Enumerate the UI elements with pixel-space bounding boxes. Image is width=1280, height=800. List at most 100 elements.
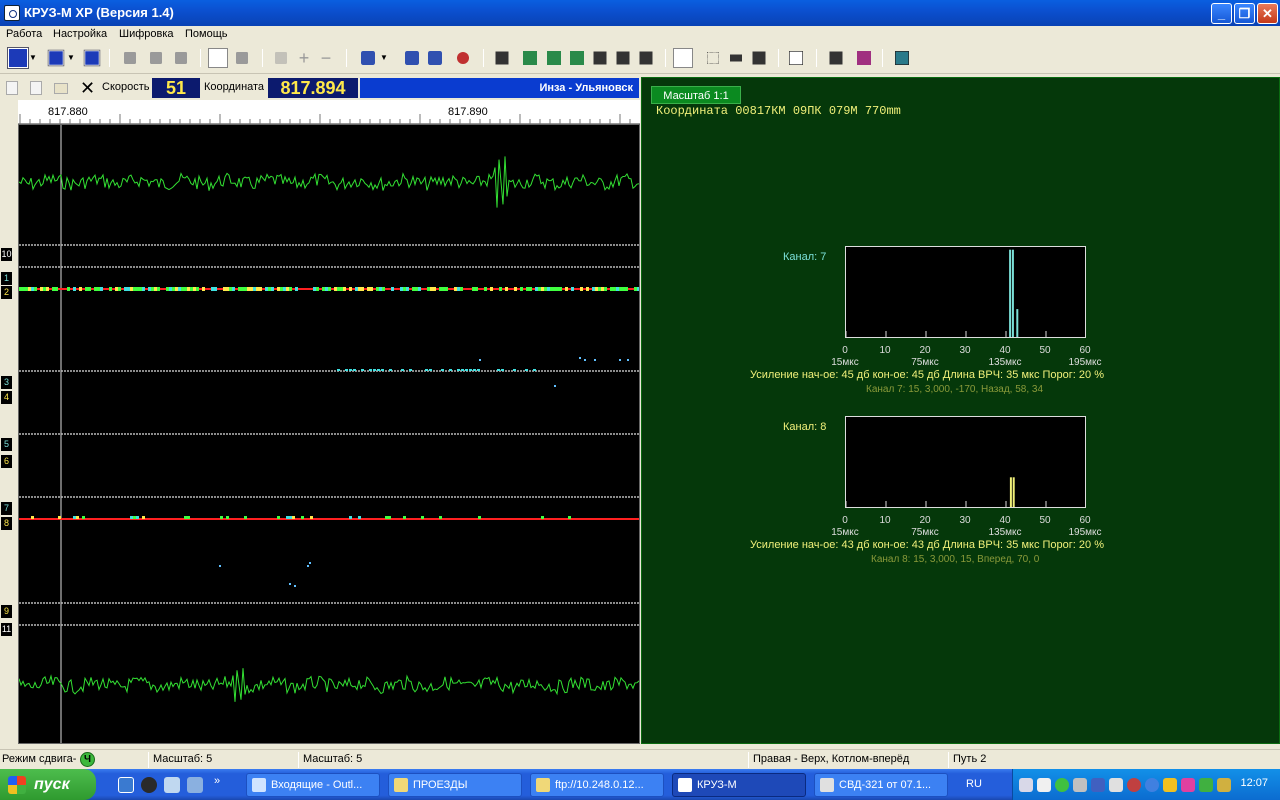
waveform-trace [19,668,639,702]
mode-badge[interactable]: Ч [80,752,95,767]
rect-select-icon[interactable] [707,52,719,64]
tray-network-icon[interactable] [1019,778,1033,792]
toolbar: ▼ ▼ + − ▼ [0,44,1280,74]
pen-icon[interactable] [361,51,375,65]
view-2-icon[interactable] [47,49,65,67]
start-label: пуск [34,776,70,793]
signal-dot [586,287,589,291]
task-outlook[interactable]: Входящие - Outl... [246,773,380,797]
maximize-button[interactable]: ❐ [1234,3,1255,24]
toolbar-separator [665,49,666,67]
bscan-canvas[interactable] [19,125,639,743]
channel-label[interactable]: 3 [1,376,12,389]
marker-icon[interactable] [405,51,419,65]
new-file-icon[interactable] [6,81,18,95]
tray-speaker-icon[interactable] [1109,778,1123,792]
print-icon[interactable] [829,51,843,65]
tray-grid-icon[interactable] [1073,778,1087,792]
minimize-button[interactable]: _ [1211,3,1232,24]
tray-flag-icon[interactable] [1199,778,1213,792]
list-icon[interactable] [639,51,653,65]
chevron-down-icon[interactable]: ▼ [380,48,388,68]
export-icon[interactable] [752,51,766,65]
preview-icon[interactable] [789,51,803,65]
app-icon[interactable] [4,5,20,21]
marker-edit-icon[interactable] [428,51,442,65]
channel-label[interactable]: 1 [1,272,12,285]
wave-icon[interactable] [236,52,248,64]
view-1-icon[interactable] [7,47,29,69]
tray-warning-icon[interactable] [1163,778,1177,792]
menu-rabota[interactable]: Работа [6,28,42,40]
quicklaunch-more-icon[interactable]: » [214,775,220,787]
desktop-icon[interactable] [187,777,203,793]
image-icon[interactable] [895,51,909,65]
task-svd[interactable]: СВД-321 от 07.1... [814,773,948,797]
tray-monitor-icon[interactable] [1091,778,1105,792]
channel-label[interactable]: 6 [1,455,12,468]
tray-globe-icon[interactable] [1145,778,1159,792]
plus-icon[interactable]: + [294,48,314,68]
axis-time-label: 195мкс [1068,357,1102,368]
checklist-icon[interactable] [616,51,630,65]
channel-label[interactable]: 8 [1,517,12,530]
task-kruz[interactable]: КРУЗ-М [672,773,806,797]
channel-label[interactable]: 2 [1,286,12,299]
sort-numeric-icon[interactable] [175,52,187,64]
tray-cross-icon[interactable] [1181,778,1195,792]
scale-tab[interactable]: Масштаб 1:1 [651,86,741,104]
tray-key-icon[interactable] [1217,778,1231,792]
menu-shifrovka[interactable]: Шифровка [119,28,174,40]
ruler-icon[interactable] [730,54,742,62]
task-ftp[interactable]: ftp://10.248.0.12... [530,773,664,797]
outlook-icon[interactable] [164,777,180,793]
tray-antivirus-icon[interactable] [1127,778,1141,792]
close-button[interactable]: ✕ [1257,3,1278,24]
menu-pomosch[interactable]: Помощь [185,28,228,40]
channel-label[interactable]: 7 [1,502,12,515]
chart-icon[interactable] [547,51,561,65]
channel-label[interactable]: 4 [1,391,12,404]
chevron-down-icon[interactable]: ▼ [29,48,37,68]
marker-delete-icon[interactable] [457,52,469,64]
route-name: Инза - Ульяновск [360,78,639,98]
clock[interactable]: 12:07 [1240,777,1268,789]
channel-8-details: Канал 8: 15, 3,000, 15, Вперед, 70, 0 [871,554,1040,565]
close-x-icon[interactable]: ✕ [80,78,95,98]
view-grid-icon[interactable] [83,49,101,67]
bscan-plot[interactable] [18,124,640,744]
menu-nastroika[interactable]: Настройка [53,28,107,40]
coordinate-ruler[interactable]: 817.880 817.890 [18,100,640,124]
channel-label[interactable]: 10 [1,248,12,261]
open-folder-icon[interactable] [54,83,68,94]
start-button[interactable]: пуск [0,769,96,800]
signal-dot [598,287,601,291]
signal-dot [403,516,406,519]
bars-icon[interactable] [593,51,607,65]
book-icon[interactable] [857,51,871,65]
select-arrow-icon[interactable] [673,48,693,68]
minus-icon[interactable]: − [316,48,336,68]
bscan-icon[interactable] [124,52,136,64]
board-icon[interactable] [570,51,584,65]
tray-printer-icon[interactable] [1037,778,1051,792]
channel-label[interactable]: 9 [1,605,12,618]
pointer-wave-icon[interactable] [208,48,228,68]
sort-icon[interactable] [150,52,162,64]
copy-icon[interactable] [30,81,42,95]
signal-dot [547,287,550,291]
task-proezdy[interactable]: ПРОЕЗДЫ [388,773,522,797]
chevron-down-icon[interactable]: ▼ [67,48,75,68]
language-indicator[interactable]: RU [966,778,982,790]
ie-icon[interactable] [118,777,134,793]
tray-green-icon[interactable] [1055,778,1069,792]
signal-dot [307,565,309,567]
signal-dot [283,287,286,291]
channel-label[interactable]: 5 [1,438,12,451]
tool-a-icon[interactable] [523,51,537,65]
find-icon[interactable] [495,51,509,65]
flag-icon[interactable] [275,52,287,64]
channel-label[interactable]: 11 [1,623,12,636]
media-icon[interactable] [141,777,157,793]
signal-dot [610,287,613,291]
